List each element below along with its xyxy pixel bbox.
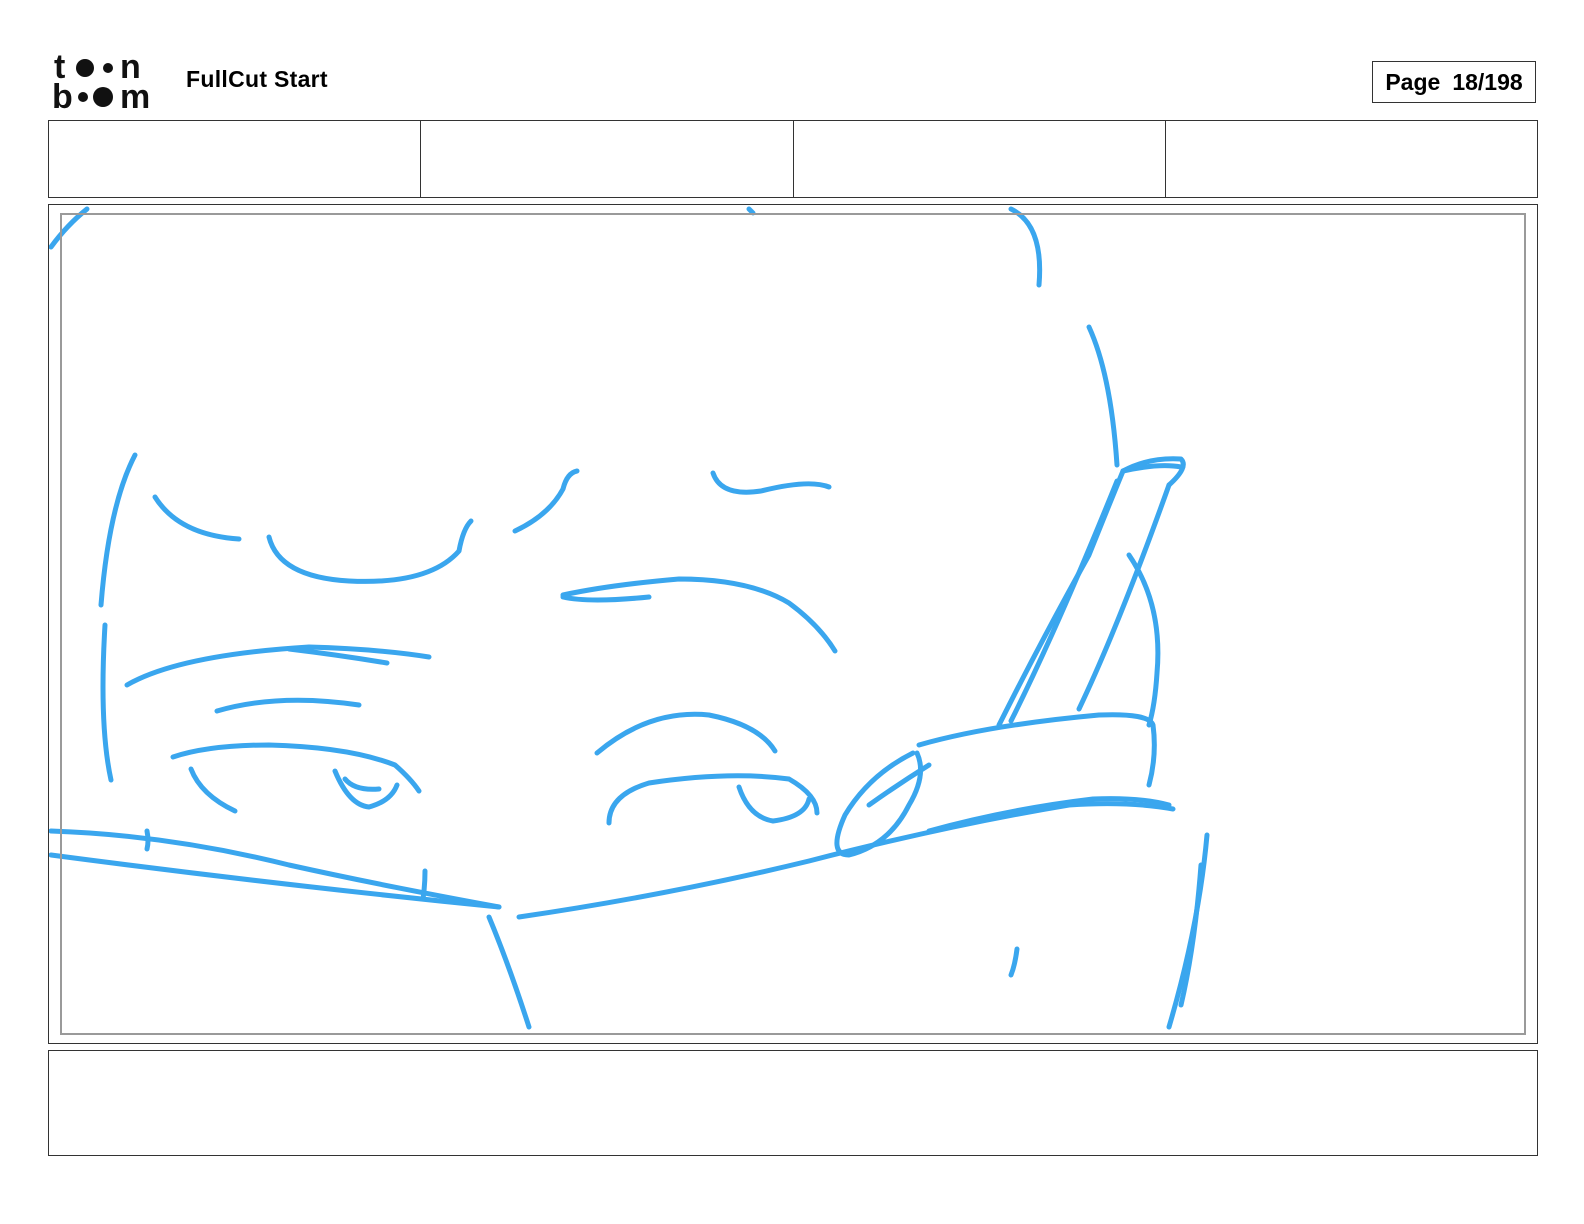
panel-notes-box[interactable]: [48, 1050, 1538, 1156]
toonboom-logo-icon: t n b m: [52, 50, 150, 112]
info-cell-1[interactable]: [49, 121, 422, 197]
page-label: Page: [1385, 68, 1441, 95]
info-cell-4[interactable]: [1166, 121, 1537, 197]
svg-text:b: b: [52, 78, 73, 112]
page-counter: Page 18/198: [1372, 61, 1536, 103]
toonboom-logo: t n b m: [50, 50, 162, 112]
info-cell-2[interactable]: [421, 121, 794, 197]
panel-info-row: [48, 120, 1538, 198]
page-number: 18/198: [1452, 68, 1523, 95]
info-cell-3[interactable]: [794, 121, 1166, 197]
storyboard-panel[interactable]: [48, 204, 1538, 1044]
project-title: FullCut Start: [186, 66, 328, 92]
svg-text:m: m: [120, 78, 150, 112]
panel-safe-frame: [60, 213, 1526, 1035]
